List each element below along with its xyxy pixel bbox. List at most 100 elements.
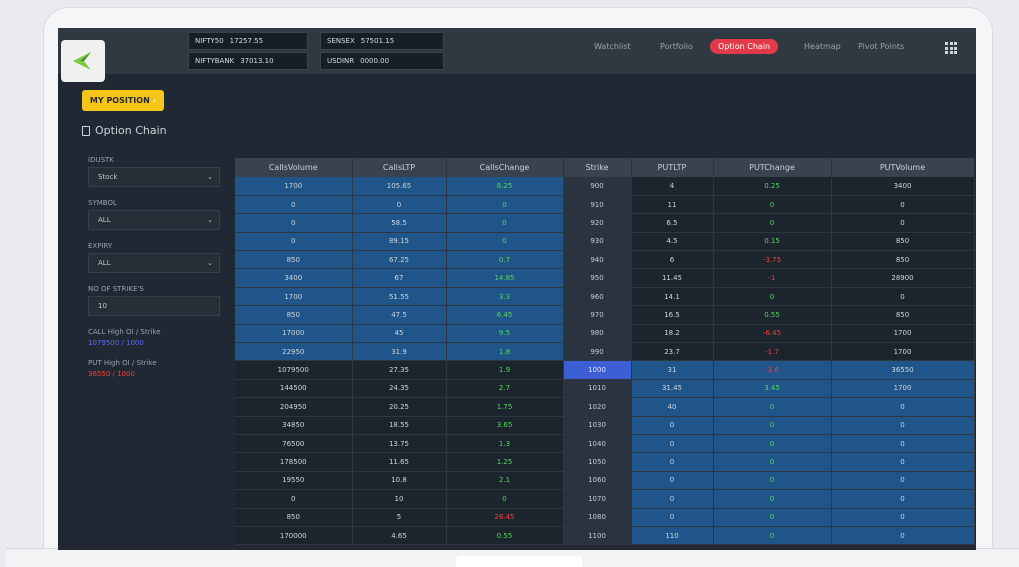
symbol-label: SYMBOL [88, 199, 117, 207]
table-cell: 19550 [235, 471, 353, 491]
col-header[interactable]: PUTVolume [831, 158, 975, 177]
col-header[interactable]: PUTChange [713, 158, 832, 177]
table-row[interactable]: 1700 105.65 8.25 900 4 0.25 3400 [235, 177, 975, 196]
table-cell: 6.5 [631, 213, 714, 233]
apps-grid-icon[interactable] [945, 42, 957, 54]
table-cell: 9.5 [446, 324, 564, 344]
nav-portfolio[interactable]: Portfolio [660, 42, 693, 51]
table-cell: 1700 [831, 342, 975, 362]
table-cell: 1060 [563, 471, 632, 491]
table-row[interactable]: 22950 31.9 1.8 990 23.7 -1.7 1700 [235, 342, 975, 362]
logo-icon[interactable] [61, 40, 105, 82]
ticker-value: 0000.00 [360, 57, 390, 65]
table-cell: 14.85 [446, 268, 564, 288]
table-cell: 22950 [235, 342, 353, 362]
table-cell: 5 [352, 508, 447, 527]
nav-heatmap[interactable]: Heatmap [804, 42, 841, 51]
table-cell: 3.45 [713, 379, 832, 399]
table-row[interactable]: 850 47.5 6.45 970 16.5 0.55 850 [235, 305, 975, 325]
table-cell: 58.5 [352, 213, 447, 233]
col-header[interactable]: CallsVolume [235, 158, 353, 177]
expiry-select[interactable]: ALL ⌄ [88, 253, 220, 273]
table-row[interactable]: 17000 45 9.5 980 18.2 -6.45 1700 [235, 324, 975, 344]
table-cell: 0 [831, 471, 975, 491]
table-cell: 850 [235, 508, 353, 527]
col-header[interactable]: Strike [563, 158, 632, 177]
page-title: Option Chain [82, 124, 167, 137]
table-row[interactable]: 850 5 26.45 1080 0 0 0 [235, 508, 975, 527]
table-row[interactable]: 0 58.5 0 920 6.5 0 0 [235, 213, 975, 233]
table-row[interactable]: 170000 4.65 0.55 1100 110 0 0 [235, 526, 975, 546]
table-row[interactable]: 178500 11.65 1.25 1050 0 0 0 [235, 452, 975, 472]
col-header[interactable]: CallsLTP [352, 158, 447, 177]
strikes-value: 10 [98, 302, 107, 310]
table-cell: 0 [831, 287, 975, 307]
col-header[interactable]: CallsChange [446, 158, 564, 177]
table-cell: 11.65 [352, 452, 447, 472]
table-cell: 1700 [235, 287, 353, 307]
table-row[interactable]: 3400 67 14.85 950 11.45 -1 28900 [235, 268, 975, 288]
idustk-label: IDUSTK [88, 156, 114, 164]
table-cell: 0 [631, 434, 714, 454]
put-high-value: 36550 / 1000 [88, 370, 135, 378]
strikes-input[interactable]: 10 [88, 296, 220, 316]
table-cell: 1.25 [446, 452, 564, 472]
table-cell: 1050 [563, 452, 632, 472]
table-cell: 1030 [563, 416, 632, 435]
table-cell: 14.1 [631, 287, 714, 307]
table-cell: 0 [235, 232, 353, 252]
symbol-select[interactable]: ALL ⌄ [88, 210, 220, 230]
chevron-down-icon: ⌄ [207, 173, 213, 181]
table-cell: 67.25 [352, 250, 447, 270]
table-cell: 89.15 [352, 232, 447, 252]
table-cell: 0 [446, 489, 564, 509]
table-cell: 31.45 [631, 379, 714, 399]
table-cell: 1100 [563, 526, 632, 546]
table-cell: 170000 [235, 526, 353, 546]
table-row[interactable]: 0 89.15 0 930 4.5 0.15 850 [235, 232, 975, 252]
table-cell: 0 [831, 508, 975, 527]
ticker-name: SENSEX [327, 37, 355, 45]
table-row[interactable]: 34850 18.55 3.65 1030 0 0 0 [235, 416, 975, 435]
table-cell: 0 [831, 526, 975, 546]
table-row[interactable]: 144500 24.35 2.7 1010 31.45 3.45 1700 [235, 379, 975, 399]
table-cell: 0 [631, 416, 714, 435]
table-row[interactable]: 1079500 27.35 1.9 1000 31 -3.6 36550 [235, 360, 975, 380]
table-cell: 23.7 [631, 342, 714, 362]
table-row[interactable]: 0 0 0 910 11 0 0 [235, 195, 975, 215]
col-header[interactable]: PUTLTP [631, 158, 714, 177]
table-row[interactable]: 0 10 0 1070 0 0 0 [235, 489, 975, 509]
chevron-down-icon: ⌄ [207, 259, 213, 267]
table-row[interactable]: 76500 13.75 1.3 1040 0 0 0 [235, 434, 975, 454]
table-cell: 850 [831, 250, 975, 270]
table-cell: 11 [631, 195, 714, 215]
table-row[interactable]: 19550 10.8 2.1 1060 0 0 0 [235, 471, 975, 491]
table-cell: 0 [713, 213, 832, 233]
table-cell: 0 [831, 452, 975, 472]
ticker-usdinr: USDINR 0000.00 [320, 52, 444, 70]
table-cell: 1080 [563, 508, 632, 527]
nav-pivot-points[interactable]: Pivot Points [858, 42, 904, 51]
table-row[interactable]: 1700 51.55 3.3 960 14.1 0 0 [235, 287, 975, 307]
table-cell: 0 [831, 489, 975, 509]
table-cell: 47.5 [352, 305, 447, 325]
table-row[interactable]: 204950 20.25 1.75 1020 40 0 0 [235, 397, 975, 417]
table-cell: 1700 [831, 379, 975, 399]
table-row[interactable]: 850 67.25 0.7 940 6 -3.75 850 [235, 250, 975, 270]
idustk-select[interactable]: Stock ⌄ [88, 167, 220, 187]
laptop-notch [456, 556, 582, 567]
table-cell: 6 [631, 250, 714, 270]
table-cell: 0 [713, 416, 832, 435]
nav-option-chain[interactable]: Option Chain [710, 39, 779, 54]
table-cell: 0 [631, 452, 714, 472]
table-cell: 0 [713, 195, 832, 215]
table-cell: 0.25 [713, 177, 832, 196]
my-position-button[interactable]: MY POSITION › [82, 90, 164, 111]
table-cell: 204950 [235, 397, 353, 417]
chevron-right-icon: › [152, 96, 157, 105]
nav-watchlist[interactable]: Watchlist [594, 42, 631, 51]
table-cell: 45 [352, 324, 447, 344]
table-cell: -3.75 [713, 250, 832, 270]
my-position-label: MY POSITION [89, 96, 150, 105]
table-cell: 1000 [563, 360, 632, 380]
